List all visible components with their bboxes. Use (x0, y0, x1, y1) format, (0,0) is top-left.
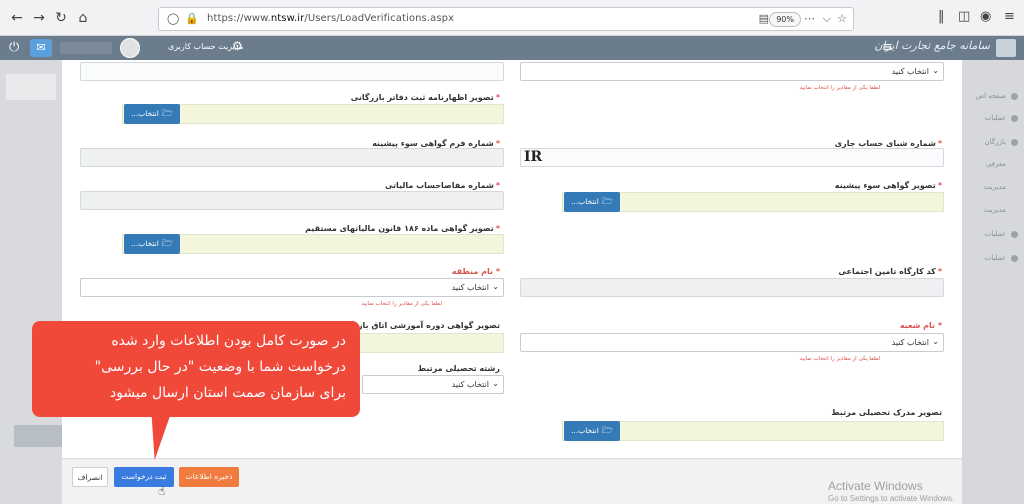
related-degree-browse-button[interactable]: 🗁انتخاب... (564, 421, 620, 441)
helper-text: لطفا یکی از مقادیر را انتخاب نمایید (361, 301, 442, 307)
branch-select[interactable]: انتخاب کنید ⌄ (520, 333, 944, 352)
save-info-button[interactable]: ذخیره اطلاعات (179, 467, 239, 487)
sidebar-item-icon (1011, 231, 1018, 238)
sidebar-item[interactable]: عملیات (985, 114, 1006, 122)
browser-toolbar: ← → ↻ ⌂ ◯ 🔒 https://www.ntsw.ir/Users/Lo… (0, 0, 1024, 36)
social-security-code-input[interactable] (520, 278, 944, 297)
sidebar-item-icon (1011, 255, 1018, 262)
menu-icon[interactable]: ≡ (1004, 9, 1015, 25)
sidebar-item-icon (1011, 115, 1018, 122)
back-arrow-icon[interactable]: ← (8, 9, 26, 27)
background-panel (6, 74, 56, 100)
helper-text: لطفا یکی از مقادیر را انتخاب نمایید (799, 85, 880, 91)
select-value: انتخاب کنید (451, 283, 489, 292)
home-icon[interactable]: ⌂ (74, 9, 92, 27)
chevron-down-icon: ⌄ (932, 337, 939, 346)
callout-line-2: درخواست شما با وضعیت "در حال بررسی" (94, 359, 346, 375)
region-select[interactable]: انتخاب کنید ⌄ (80, 278, 504, 297)
forward-arrow-icon[interactable]: → (30, 9, 48, 27)
shield-icon[interactable]: ◯ (167, 12, 179, 26)
sheba-value: IR (524, 149, 543, 165)
related-degree-image-label: تصویر مدرک تحصیلی مرتبط (831, 408, 942, 417)
helper-text: لطفا یکی از مقادیر را انتخاب نمایید (799, 356, 880, 362)
prev-good-conduct-form-input[interactable] (80, 148, 504, 167)
hand-cursor-icon: ☝ (158, 484, 166, 498)
select-value: انتخاب کنید (891, 338, 929, 347)
sidebar-menu: صفحه اص عملیات بازرگان معرفی مدیریت مدیر… (962, 60, 1024, 504)
sidebar-item[interactable]: مدیریت (984, 183, 1006, 191)
folder-icon: 🗁 (161, 239, 173, 249)
callout-line-1: در صورت کامل بودن اطلاعات وارد شده (111, 333, 346, 349)
url-text[interactable]: https://www.ntsw.ir/Users/LoadVerificati… (207, 13, 454, 24)
field-of-study-label: رشته تحصیلی مرتبط (417, 364, 500, 373)
sheba-input[interactable] (520, 148, 944, 167)
sidebar-item[interactable]: مدیریت (984, 206, 1006, 214)
extension-icon[interactable]: ◉ (980, 9, 991, 25)
activation-watermark-subtitle: Go to Settings to activate Windows. (828, 494, 955, 503)
reader-view-icon[interactable]: ▤ (759, 12, 769, 26)
address-bar[interactable]: ◯ 🔒 https://www.ntsw.ir/Users/LoadVerifi… (158, 7, 854, 31)
power-icon[interactable]: ⏻ (9, 40, 19, 55)
chevron-down-icon: ⌄ (492, 379, 499, 388)
folder-icon: 🗁 (161, 109, 173, 119)
gears-icon[interactable]: ⚙ (232, 39, 243, 53)
library-icon[interactable]: ‖ (938, 9, 945, 25)
modal-footer: انصراف ثبت درخواست ذخیره اطلاعات (62, 458, 962, 504)
sidebar-item[interactable]: بازرگان (985, 138, 1006, 146)
app-header: ⏻ ✉ مدیریت حساب کاربری ⚙ ≡ سامانه جامع ت… (0, 36, 1024, 60)
verification-form-modal: انتخاب کنید ⌄ لطفا یکی از مقادیر را انتخ… (62, 60, 962, 504)
sidebar-icon[interactable]: ◫ (958, 9, 970, 25)
sheba-label: *شماره شبای حساب جاری (834, 139, 942, 148)
select-value: انتخاب کنید (891, 67, 929, 76)
folder-icon: 🗁 (601, 426, 613, 436)
sidebar-item[interactable]: صفحه اص (976, 92, 1006, 100)
sidebar-item-icon (1011, 139, 1018, 146)
prev-good-conduct-image-label: *تصویر گواهی سوء پیشینه (834, 181, 942, 190)
article-186-browse-button[interactable]: 🗁انتخاب... (124, 234, 180, 254)
brand-logo (996, 39, 1016, 57)
mail-icon[interactable]: ✉ (30, 39, 52, 57)
select-dropdown[interactable]: انتخاب کنید ⌄ (520, 62, 944, 81)
branch-name-label: * نام شعبه (899, 321, 942, 330)
avatar[interactable] (120, 38, 140, 58)
chevron-down-icon: ⌄ (932, 66, 939, 75)
social-security-code-label: *کد کارگاه تامین اجتماعی (838, 267, 942, 276)
text-input[interactable] (80, 62, 504, 81)
trade-card-browse-button[interactable]: 🗁انتخاب... (124, 104, 180, 124)
tutorial-callout: در صورت کامل بودن اطلاعات وارد شده درخوا… (32, 321, 360, 417)
callout-line-3: برای سازمان صمت استان ارسال میشود (109, 385, 346, 401)
region-name-label: * نام منطقه (451, 267, 500, 276)
select-value: انتخاب کنید (451, 380, 489, 389)
sidebar-item[interactable]: عملیات (985, 230, 1006, 238)
pocket-icon[interactable]: ⌵ (823, 12, 831, 26)
lock-icon: 🔒 (185, 12, 199, 25)
folder-icon: 🗁 (601, 197, 613, 207)
tax-settlement-input[interactable] (80, 191, 504, 210)
cancel-button[interactable]: انصراف (72, 467, 108, 487)
header-user-box (60, 42, 112, 54)
prev-good-conduct-browse-button[interactable]: 🗁انتخاب... (564, 192, 620, 212)
trade-card-image-label: *تصویر اظهارنامه ثبت دفاتر بازرگانی (350, 93, 500, 102)
chevron-down-icon: ⌄ (492, 282, 499, 291)
field-of-study-select[interactable]: انتخاب کنید ⌄ (362, 375, 504, 394)
prev-good-conduct-form-label: *شماره فرم گواهی سوء پیشینه (372, 139, 500, 148)
bookmark-star-icon[interactable]: ☆ (837, 12, 847, 26)
background-left (0, 60, 62, 504)
zoom-level[interactable]: 90% (769, 12, 801, 27)
brand-title: سامانه جامع تجارت ایران (874, 39, 990, 52)
background-row (14, 425, 62, 447)
article-186-label: *تصویر گواهی ماده ۱۸۶ قانون مالیاتهای مس… (305, 224, 500, 233)
sidebar-item-icon (1011, 93, 1018, 100)
activation-watermark-title: Activate Windows (828, 479, 923, 493)
more-actions-icon[interactable]: ⋯ (804, 12, 815, 26)
sidebar-item[interactable]: عملیات (985, 254, 1006, 262)
sidebar-item[interactable]: معرفی (986, 160, 1006, 168)
tax-settlement-label: *شماره مفاصاحساب مالیاتی (384, 181, 500, 190)
reload-icon[interactable]: ↻ (52, 9, 70, 27)
